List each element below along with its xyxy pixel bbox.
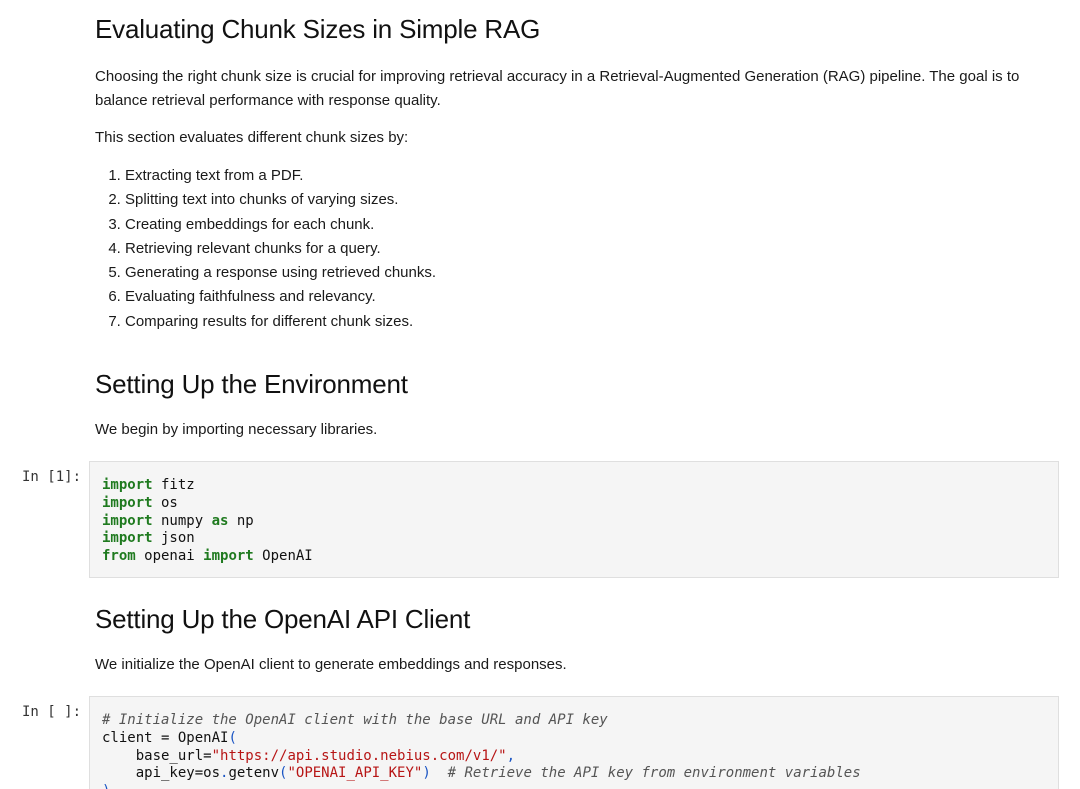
- code-token: getenv: [228, 765, 280, 782]
- code-token: np: [228, 512, 254, 529]
- code-token: api_key: [102, 765, 195, 782]
- environment-description: We begin by importing necessary librarie…: [95, 421, 378, 438]
- heading-setting-up-openai-client: Setting Up the OpenAI API Client: [95, 604, 471, 634]
- list-item: Evaluating faithfulness and relevancy.: [125, 285, 1045, 309]
- list-item: Generating a response using retrieved ch…: [125, 261, 1045, 285]
- code-token: OpenAI: [253, 548, 313, 565]
- code-token: from: [102, 548, 136, 565]
- code-cell-openai-client[interactable]: # Initialize the OpenAI client with the …: [89, 696, 1059, 789]
- code-token: import: [102, 530, 153, 547]
- code-token: base_url: [102, 747, 204, 764]
- steps-list: Extracting text from a PDF. Splitting te…: [95, 164, 1045, 334]
- code-token: json: [152, 530, 195, 547]
- code-token: fitz: [152, 477, 195, 493]
- cell-prompt: In [1]:: [22, 469, 82, 485]
- code-cell-imports[interactable]: import fitz import os import numpy as np…: [89, 461, 1059, 578]
- code-string: "https://api.studio.nebius.com/v1/": [211, 747, 507, 764]
- cell-prompt: In [ ]:: [22, 704, 82, 720]
- code-token: import: [102, 494, 153, 511]
- code-comment: # Initialize the OpenAI client with the …: [102, 712, 608, 728]
- intro-paragraph: Choosing the right chunk size is crucial…: [95, 68, 1020, 109]
- code-token: import: [102, 512, 153, 529]
- code-token: os: [203, 765, 221, 782]
- markdown-cell-intro: Evaluating Chunk Sizes in Simple RAG Cho…: [95, 14, 1045, 334]
- list-item: Comparing results for different chunk si…: [125, 310, 1045, 334]
- code-token: numpy: [152, 512, 212, 529]
- heading-setting-up-environment: Setting Up the Environment: [95, 369, 408, 399]
- code-token: =: [194, 765, 204, 782]
- code-editor[interactable]: # Initialize the OpenAI client with the …: [90, 697, 1058, 789]
- heading-evaluating-chunk-sizes: Evaluating Chunk Sizes in Simple RAG: [95, 14, 541, 44]
- code-token: as: [211, 512, 229, 529]
- markdown-cell-api-client: Setting Up the OpenAI API Client We init…: [95, 604, 1045, 677]
- code-token: os: [152, 494, 178, 511]
- list-item: Creating embeddings for each chunk.: [125, 213, 1045, 237]
- code-editor[interactable]: import fitz import os import numpy as np…: [90, 462, 1058, 566]
- code-token: import: [102, 477, 153, 493]
- steps-lead-text: This section evaluates different chunk s…: [95, 129, 409, 146]
- code-token: ): [422, 765, 431, 782]
- markdown-cell-environment: Setting Up the Environment We begin by i…: [95, 369, 1045, 442]
- code-token: client: [102, 729, 162, 746]
- code-string: "OPENAI_API_KEY": [287, 765, 423, 782]
- list-item: Extracting text from a PDF.: [125, 164, 1045, 188]
- api-client-description: We initialize the OpenAI client to gener…: [95, 656, 567, 673]
- list-item: Retrieving relevant chunks for a query.: [125, 237, 1045, 261]
- code-token: ,: [506, 747, 516, 764]
- list-item: Splitting text into chunks of varying si…: [125, 188, 1045, 212]
- code-comment: # Retrieve the API key from environment …: [430, 765, 861, 782]
- code-token: (: [228, 729, 237, 746]
- code-token: OpenAI: [169, 729, 229, 746]
- code-token: =: [203, 747, 212, 764]
- code-token: ): [102, 783, 110, 789]
- code-token: openai: [135, 548, 204, 565]
- code-token: import: [203, 548, 254, 565]
